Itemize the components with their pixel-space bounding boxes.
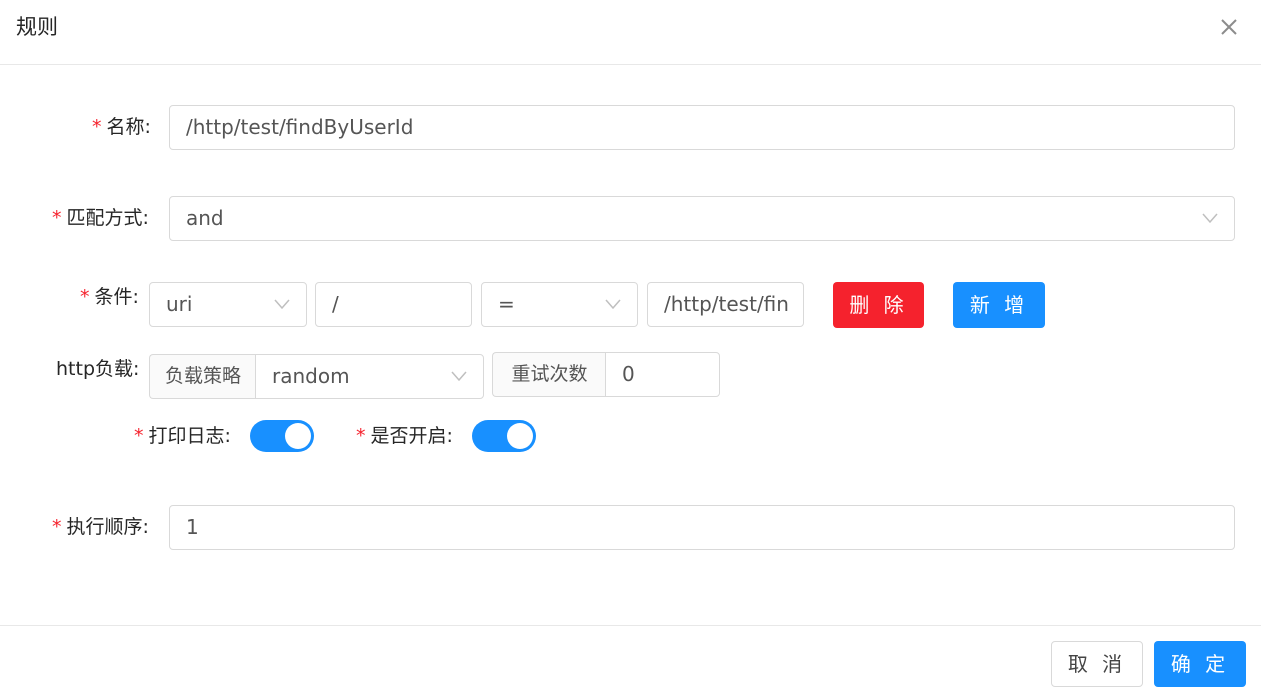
param-value-input[interactable]: /http/test/fin: [647, 282, 804, 327]
footer-divider: [0, 625, 1261, 626]
delete-condition-button[interactable]: 删 除: [833, 282, 924, 328]
name-input[interactable]: /http/test/findByUserId: [169, 105, 1235, 150]
chevron-down-icon: [451, 370, 467, 382]
confirm-button[interactable]: 确 定: [1154, 641, 1246, 687]
is-open-label: * 是否开启:: [356, 425, 453, 447]
chevron-down-icon: [605, 298, 621, 310]
load-strategy-addon: 负载策略: [149, 354, 256, 399]
name-label: * 名称:: [92, 116, 151, 138]
http-load-label: http负载:: [56, 358, 140, 380]
print-log-label: * 打印日志:: [134, 425, 231, 447]
retry-count-addon: 重试次数: [492, 352, 606, 397]
close-icon[interactable]: [1214, 12, 1244, 42]
switch-knob: [507, 423, 533, 449]
chevron-down-icon: [1202, 212, 1218, 224]
add-condition-button[interactable]: 新 增: [953, 282, 1045, 328]
switch-knob: [285, 423, 311, 449]
operator-select[interactable]: =: [481, 282, 638, 327]
load-strategy-select[interactable]: random: [255, 354, 484, 399]
order-input[interactable]: 1: [169, 505, 1235, 550]
operator-value: =: [498, 292, 515, 316]
param-type-value: uri: [166, 292, 193, 316]
retry-count-input[interactable]: 0: [605, 352, 720, 397]
dialog-title: 规则: [16, 15, 58, 39]
cancel-button[interactable]: 取 消: [1051, 641, 1143, 687]
match-mode-select[interactable]: and: [169, 196, 1235, 241]
match-mode-value: and: [186, 206, 224, 230]
param-name-input[interactable]: /: [315, 282, 472, 327]
load-strategy-value: random: [272, 364, 350, 388]
param-type-select[interactable]: uri: [149, 282, 307, 327]
order-label: * 执行顺序:: [52, 516, 149, 538]
match-mode-label: * 匹配方式:: [52, 207, 149, 229]
dialog-header: 规则: [0, 0, 1261, 65]
condition-label: * 条件:: [80, 286, 139, 308]
print-log-switch[interactable]: [250, 420, 314, 452]
is-open-switch[interactable]: [472, 420, 536, 452]
chevron-down-icon: [274, 298, 290, 310]
